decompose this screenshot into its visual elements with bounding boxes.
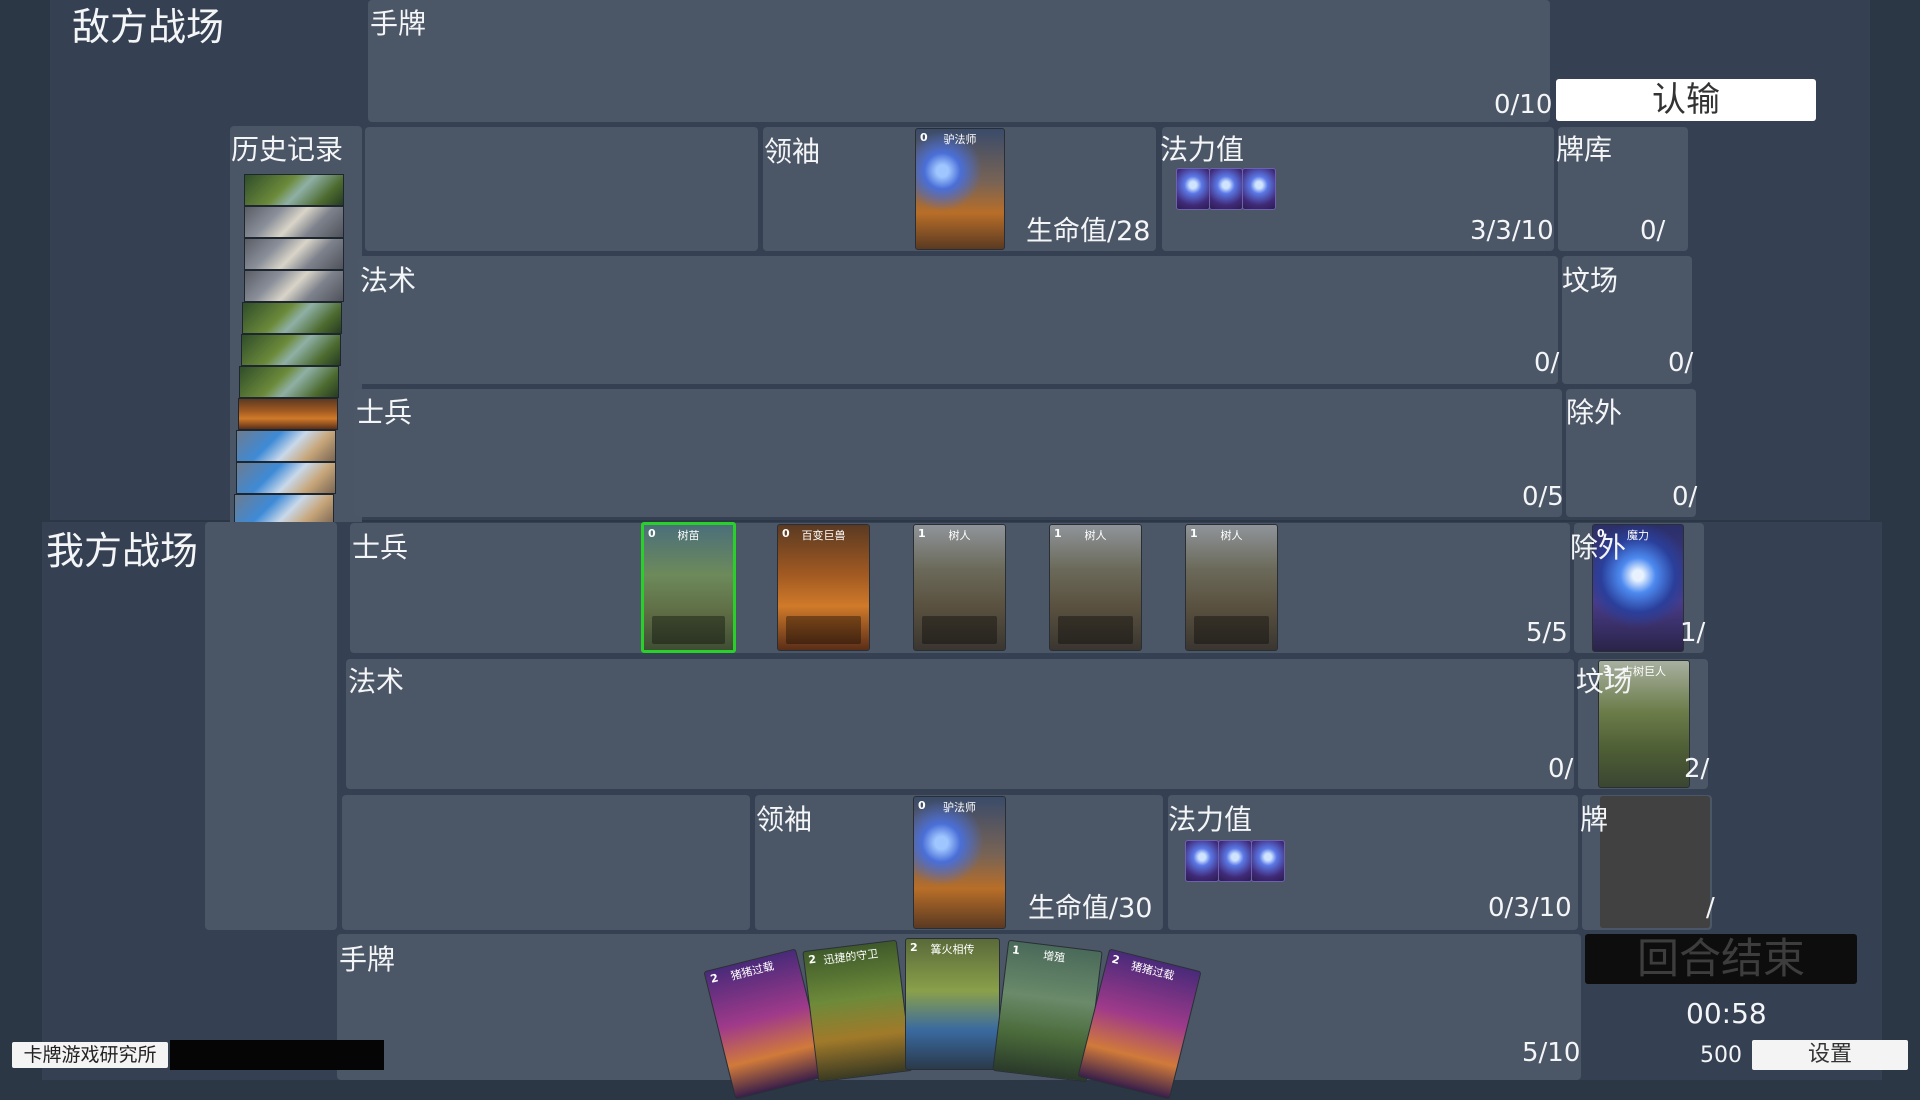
hand-card[interactable]: 2 篝火相传	[905, 938, 1000, 1070]
player-exile-count: 1/	[1680, 618, 1706, 648]
card-name: 树苗	[677, 529, 700, 542]
enemy-soldier-zone	[354, 389, 1562, 517]
history-entry[interactable]	[244, 206, 344, 238]
player-mana-value: 0/3/10	[1488, 893, 1572, 923]
enemy-battlefield-title: 敌方战场	[72, 5, 225, 49]
soldier-card[interactable]: 0 树苗	[641, 522, 736, 653]
history-entry[interactable]	[244, 174, 344, 206]
end-turn-button-label: 回合结束	[1636, 934, 1805, 983]
card-text-box	[922, 616, 997, 644]
player-leader-card[interactable]: 0 驴法师	[913, 796, 1006, 929]
surrender-button[interactable]: 认输	[1556, 79, 1816, 121]
history-entry[interactable]	[244, 270, 344, 302]
enemy-exile-count: 0/	[1672, 482, 1698, 512]
history-entry[interactable]	[241, 334, 341, 366]
soldier-card[interactable]: 1 树人	[1049, 524, 1142, 651]
card-text-box	[652, 616, 725, 644]
history-entry[interactable]	[244, 238, 344, 270]
player-empty-slot	[342, 795, 750, 930]
soldier-card[interactable]: 1 树人	[913, 524, 1006, 651]
enemy-hand-zone	[368, 0, 1550, 122]
player-mana-label: 法力值	[1168, 803, 1253, 836]
player-soldier-label: 士兵	[352, 531, 409, 564]
player-exile-label: 除外	[1570, 531, 1627, 564]
card-text-box	[786, 616, 861, 644]
player-leader-label: 领袖	[756, 803, 813, 836]
player-graveyard-label: 坟场	[1576, 665, 1633, 698]
history-entry[interactable]	[242, 302, 342, 334]
card-text-box	[1194, 616, 1269, 644]
enemy-leader-card[interactable]: 0 驴法师	[915, 128, 1005, 250]
enemy-graveyard-count: 0/	[1668, 348, 1694, 378]
enemy-exile-label: 除外	[1566, 396, 1623, 429]
card-name: 树人	[948, 529, 971, 542]
mana-crystal-icon	[1176, 168, 1210, 210]
history-entry[interactable]	[238, 398, 338, 430]
mana-crystal-icon	[1251, 840, 1285, 882]
turn-timer: 00:58	[1686, 997, 1767, 1030]
player-graveyard-count: 2/	[1684, 754, 1710, 784]
player-hand-count: 5/10	[1522, 1038, 1581, 1068]
history-entry[interactable]	[236, 430, 336, 462]
enemy-deck-label: 牌库	[1556, 133, 1613, 166]
player-spell-zone	[346, 659, 1574, 789]
card-name: 驴法师	[943, 133, 977, 146]
player-soldier-count: 5/5	[1526, 618, 1568, 648]
history-label: 历史记录	[231, 133, 344, 166]
mana-crystal-icon	[1185, 840, 1219, 882]
enemy-health: 生命值/28	[1026, 216, 1151, 247]
mana-crystal-icon	[1209, 168, 1243, 210]
enemy-soldier-label: 士兵	[356, 396, 413, 429]
mana-crystal-icon	[1218, 840, 1252, 882]
history-entry[interactable]	[239, 366, 339, 398]
history-entry[interactable]	[236, 462, 336, 494]
studio-label: 卡牌游戏研究所	[12, 1042, 168, 1068]
settings-button-label: 设置	[1807, 1042, 1852, 1067]
gold-count: 500	[1700, 1043, 1742, 1068]
card-text-box	[1058, 616, 1133, 644]
player-spell-label: 法术	[348, 665, 405, 698]
settings-button[interactable]: 设置	[1752, 1040, 1908, 1070]
studio-label-text: 卡牌游戏研究所	[23, 1044, 157, 1066]
player-deck-card-back[interactable]	[1600, 796, 1710, 928]
enemy-hand-count: 0/10	[1494, 90, 1553, 120]
player-hand-label: 手牌	[339, 943, 396, 976]
enemy-soldier-count: 0/5	[1522, 482, 1564, 512]
mana-crystal-icon	[1242, 168, 1276, 210]
studio-black-bar	[170, 1040, 384, 1070]
card-name: 百变巨兽	[801, 529, 846, 542]
enemy-spell-label: 法术	[360, 264, 417, 297]
enemy-graveyard-label: 坟场	[1562, 264, 1619, 297]
enemy-spell-count: 0/	[1534, 348, 1560, 378]
player-deck-count: /	[1706, 893, 1715, 923]
enemy-mana-label: 法力值	[1160, 133, 1245, 166]
player-spell-count: 0/	[1548, 754, 1574, 784]
surrender-button-label: 认输	[1652, 80, 1720, 120]
enemy-leader-label: 领袖	[764, 135, 821, 168]
card-name: 驴法师	[943, 801, 976, 814]
enemy-deck-count: 0/	[1640, 216, 1666, 246]
card-name: 树人	[1084, 529, 1107, 542]
history-panel-lower	[205, 522, 337, 930]
card-name: 篝火相传	[930, 943, 975, 956]
enemy-spell-zone	[358, 256, 1558, 384]
hand-card[interactable]: 2 迅捷的守卫	[802, 939, 913, 1083]
player-health: 生命值/30	[1028, 893, 1153, 924]
player-deck-label: 牌	[1580, 803, 1609, 836]
enemy-empty-slot	[365, 127, 758, 251]
soldier-card[interactable]: 0 百变巨兽	[777, 524, 870, 651]
enemy-mana-value: 3/3/10	[1470, 216, 1554, 246]
end-turn-button[interactable]: 回合结束	[1585, 934, 1857, 984]
soldier-card[interactable]: 1 树人	[1185, 524, 1278, 651]
player-battlefield-title: 我方战场	[46, 529, 199, 573]
enemy-hand-label: 手牌	[370, 7, 427, 40]
card-name: 树人	[1220, 529, 1243, 542]
